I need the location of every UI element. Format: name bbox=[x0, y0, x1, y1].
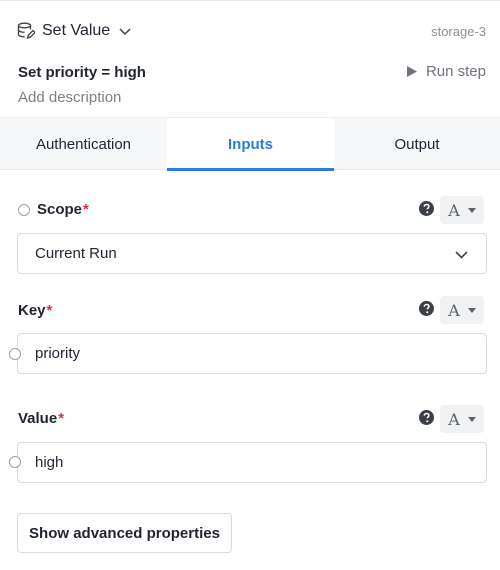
value-label-text: Value bbox=[18, 410, 58, 427]
active-tab-indicator bbox=[167, 168, 334, 171]
scope-type-toggle[interactable]: A bbox=[440, 196, 484, 224]
type-label: A bbox=[448, 200, 460, 220]
step-type-selector[interactable]: Set Value bbox=[17, 19, 132, 43]
step-type-label: Set Value bbox=[42, 22, 111, 39]
type-label: A bbox=[448, 409, 460, 429]
step-id: storage-3 bbox=[431, 24, 486, 39]
required-marker: * bbox=[46, 302, 53, 319]
key-label: Key * bbox=[18, 302, 52, 319]
value-input[interactable]: high bbox=[17, 442, 487, 483]
scope-select-value: Current Run bbox=[35, 245, 117, 262]
scope-radio[interactable] bbox=[18, 203, 30, 216]
caret-down-icon bbox=[467, 307, 476, 313]
tab-inputs[interactable]: Inputs bbox=[167, 118, 334, 171]
required-marker: * bbox=[58, 410, 65, 427]
key-radio[interactable] bbox=[9, 348, 21, 360]
run-step-label: Run step bbox=[425, 63, 486, 80]
key-label-text: Key bbox=[18, 302, 46, 319]
step-name[interactable]: Set priority = high bbox=[18, 64, 146, 81]
chevron-down-icon bbox=[118, 24, 132, 38]
value-radio[interactable] bbox=[9, 456, 21, 468]
help-icon[interactable] bbox=[419, 301, 434, 316]
scope-label-text: Scope bbox=[37, 201, 83, 218]
key-input[interactable]: priority bbox=[17, 333, 487, 374]
key-input-value: priority bbox=[35, 345, 81, 362]
tab-output[interactable]: Output bbox=[334, 118, 500, 170]
help-icon[interactable] bbox=[419, 410, 434, 425]
play-icon bbox=[406, 65, 418, 78]
tab-label: Inputs bbox=[228, 135, 273, 153]
step-header: Set Value storage-3 Set priority = high … bbox=[0, 0, 500, 120]
database-edit-icon bbox=[17, 22, 36, 40]
type-label: A bbox=[448, 300, 460, 320]
chevron-down-icon bbox=[454, 247, 469, 262]
tab-authentication[interactable]: Authentication bbox=[0, 118, 167, 170]
help-icon[interactable] bbox=[419, 201, 434, 216]
scope-select[interactable]: Current Run bbox=[17, 233, 487, 274]
required-marker: * bbox=[83, 201, 89, 218]
description-field[interactable]: Add description bbox=[18, 89, 121, 106]
tab-label: Authentication bbox=[35, 135, 132, 153]
tab-bar: Authentication Inputs Output bbox=[0, 117, 500, 171]
tab-label: Output bbox=[394, 135, 440, 153]
caret-down-icon bbox=[467, 207, 476, 213]
caret-down-icon bbox=[467, 416, 476, 422]
value-type-toggle[interactable]: A bbox=[440, 405, 484, 433]
show-advanced-properties-button[interactable]: Show advanced properties bbox=[17, 513, 232, 553]
key-type-toggle[interactable]: A bbox=[440, 296, 484, 324]
value-input-value: high bbox=[35, 454, 64, 471]
run-step-button[interactable]: Run step bbox=[406, 63, 486, 80]
value-label: Value * bbox=[18, 410, 64, 427]
scope-label: Scope * bbox=[18, 201, 89, 218]
